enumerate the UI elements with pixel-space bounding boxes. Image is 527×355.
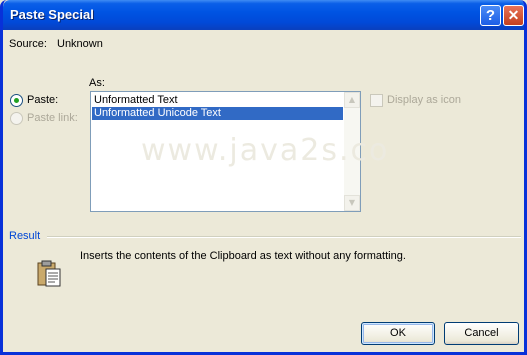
ok-button[interactable]: OK <box>361 322 435 345</box>
as-label: As: <box>89 77 105 89</box>
display-as-icon-checkbox[interactable] <box>370 94 383 107</box>
result-label: Result <box>9 230 41 242</box>
help-button[interactable]: ? <box>480 5 501 26</box>
watermark-text: www.java2s.co <box>141 133 390 168</box>
paste-special-dialog: Paste Special ? ✕ Source: Unknown As: Pa… <box>0 0 527 355</box>
paste-radio-label[interactable]: Paste: <box>27 94 58 106</box>
display-as-icon-label: Display as icon <box>387 94 461 106</box>
result-divider <box>47 236 521 238</box>
paste-radio[interactable] <box>10 94 23 107</box>
clipboard-icon <box>37 260 61 287</box>
result-description: Inserts the contents of the Clipboard as… <box>80 250 406 262</box>
cancel-button[interactable]: Cancel <box>444 322 519 345</box>
paste-link-radio-label: Paste link: <box>27 112 78 124</box>
scroll-down-icon[interactable]: ▼ <box>344 195 360 211</box>
close-button[interactable]: ✕ <box>503 5 524 26</box>
list-item-unformatted-text[interactable]: Unformatted Text <box>92 94 343 107</box>
scroll-up-icon[interactable]: ▲ <box>344 92 360 108</box>
source-value: Unknown <box>57 38 103 50</box>
list-item-unformatted-unicode-text[interactable]: Unformatted Unicode Text <box>92 107 343 120</box>
window-title: Paste Special <box>10 7 94 22</box>
source-label: Source: <box>9 38 47 50</box>
paste-link-radio[interactable] <box>10 112 23 125</box>
title-bar[interactable]: Paste Special ? ✕ <box>3 0 524 30</box>
